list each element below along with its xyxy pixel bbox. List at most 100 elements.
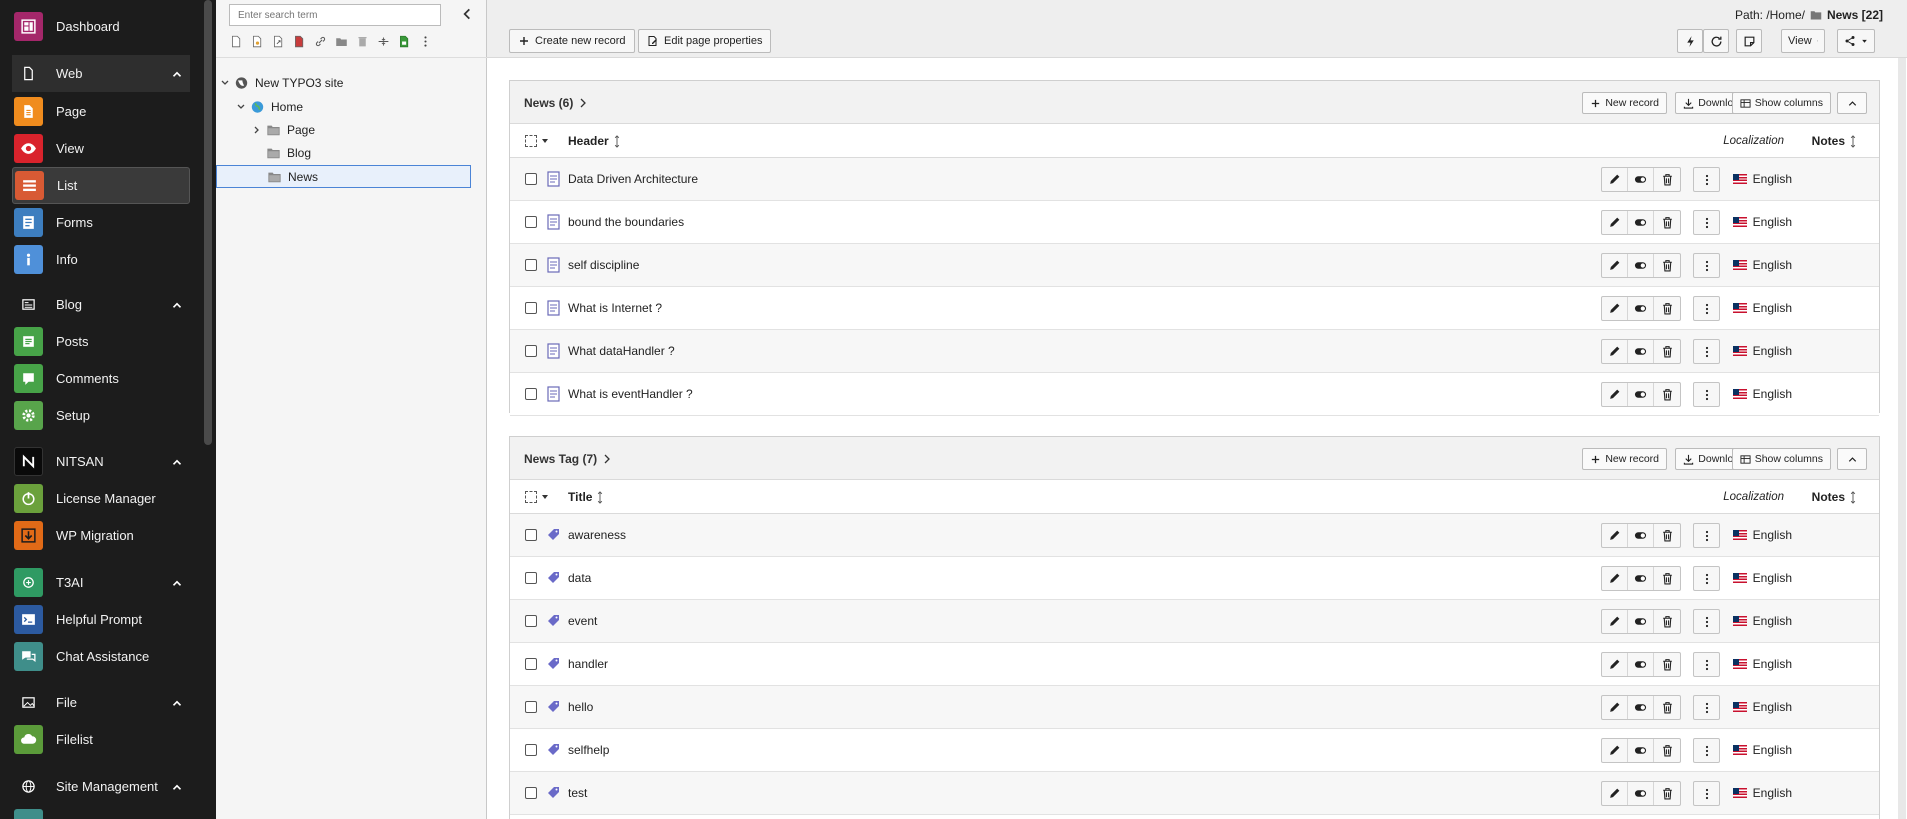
toggle-visibility-button[interactable] [1628,696,1654,719]
table-row[interactable]: self discipline English [510,244,1879,287]
module-wp-migration[interactable]: WP Migration [12,517,190,554]
tag-panel-title[interactable]: News Tag (7) [524,452,611,466]
reload-button[interactable] [1703,29,1729,53]
toggle-visibility-button[interactable] [1628,168,1654,191]
new-green-page-icon[interactable] [396,33,413,50]
toggle-visibility-button[interactable] [1628,340,1654,363]
bookmark-button[interactable] [1736,29,1762,53]
header-column-sort[interactable]: Header [568,134,621,148]
module-group-file[interactable]: File [12,684,190,721]
notes-column-sort[interactable]: Notes [1812,490,1857,504]
tree-search-input[interactable] [229,4,441,26]
table-row[interactable]: Data Driven Architecture English [510,158,1879,201]
content-scrollbar[interactable] [1898,58,1906,819]
row-checkbox[interactable] [525,259,537,271]
delete-record-button[interactable] [1654,383,1680,406]
tag-show-columns-button[interactable]: Show columns [1731,448,1831,470]
module-license-manager[interactable]: License Manager [12,480,190,517]
table-row[interactable]: handler English [510,643,1879,686]
delete-record-button[interactable] [1654,254,1680,277]
edit-record-button[interactable] [1602,567,1628,590]
module-page[interactable]: Page [12,93,190,130]
tag-new-record-button[interactable]: New record [1582,448,1667,470]
edit-record-button[interactable] [1602,340,1628,363]
edit-record-button[interactable] [1602,739,1628,762]
record-title-link[interactable]: self discipline [568,258,639,272]
record-title-link[interactable]: What is Internet ? [568,301,662,315]
delete-record-button[interactable] [1654,524,1680,547]
delete-record-button[interactable] [1654,211,1680,234]
module-view[interactable]: View [12,130,190,167]
tree-node-root[interactable]: New TYPO3 site [220,72,343,94]
row-checkbox[interactable] [525,744,537,756]
select-all-checkbox[interactable] [525,491,537,503]
chevron-right-icon[interactable] [252,125,262,135]
more-actions-button[interactable] [1693,609,1720,634]
selection-dropdown-caret[interactable] [542,139,548,143]
more-actions-button[interactable] [1693,296,1720,321]
delete-record-button[interactable] [1654,297,1680,320]
table-row[interactable]: test English [510,772,1879,815]
more-actions-button[interactable] [1693,695,1720,720]
news-show-columns-button[interactable]: Show columns [1731,92,1831,114]
record-title-link[interactable]: bound the boundaries [568,215,684,229]
more-actions-button[interactable] [1693,167,1720,192]
edit-record-button[interactable] [1602,211,1628,234]
more-actions-button[interactable] [1693,253,1720,278]
table-row[interactable]: hello English [510,686,1879,729]
create-new-record-button[interactable]: Create new record [509,29,635,53]
table-row[interactable]: What is Internet ? English [510,287,1879,330]
selection-dropdown-caret[interactable] [542,495,548,499]
table-row[interactable]: selfhelp English [510,729,1879,772]
record-title-link[interactable]: test [568,786,587,800]
row-checkbox[interactable] [525,658,537,670]
toggle-visibility-button[interactable] [1628,653,1654,676]
delete-record-button[interactable] [1654,653,1680,676]
module-chat-assistance[interactable]: Chat Assistance [12,638,190,675]
edit-record-button[interactable] [1602,782,1628,805]
edit-record-button[interactable] [1602,696,1628,719]
toggle-visibility-button[interactable] [1628,739,1654,762]
tag-collapse-button[interactable] [1837,448,1867,470]
record-title-link[interactable]: hello [568,700,593,714]
more-actions-button[interactable] [1693,738,1720,763]
module-group-blog[interactable]: Blog [12,286,190,323]
news-new-record-button[interactable]: New record [1582,92,1667,114]
table-row[interactable]: data English [510,557,1879,600]
edit-record-button[interactable] [1602,524,1628,547]
toggle-visibility-button[interactable] [1628,211,1654,234]
record-title-link[interactable]: event [568,614,597,628]
chevron-down-icon[interactable] [236,102,246,112]
delete-record-button[interactable] [1654,696,1680,719]
record-title-link[interactable]: What dataHandler ? [568,344,675,358]
module-group-t3ai[interactable]: T3AI [12,564,190,601]
record-title-link[interactable]: selfhelp [568,743,609,757]
collapse-tree-icon[interactable] [460,7,474,21]
delete-record-button[interactable] [1654,168,1680,191]
module-setup[interactable]: Setup [12,397,190,434]
table-row[interactable]: awareness English [510,514,1879,557]
delete-record-button[interactable] [1654,340,1680,363]
more-actions-button[interactable] [1693,339,1720,364]
toggle-visibility-button[interactable] [1628,383,1654,406]
module-posts[interactable]: Posts [12,323,190,360]
table-row[interactable]: What is eventHandler ? English [510,373,1879,416]
delete-record-button[interactable] [1654,739,1680,762]
record-title-link[interactable]: What is eventHandler ? [568,387,693,401]
row-checkbox[interactable] [525,345,537,357]
module-group-site-management[interactable]: Site Management [12,768,190,805]
delete-record-button[interactable] [1654,610,1680,633]
news-collapse-button[interactable] [1837,92,1867,114]
row-checkbox[interactable] [525,529,537,541]
module-filelist[interactable]: Filelist [12,721,190,758]
module-forms[interactable]: Forms [12,204,190,241]
new-mountpoint-icon[interactable] [291,33,308,50]
select-all-checkbox[interactable] [525,135,537,147]
row-checkbox[interactable] [525,615,537,627]
edit-record-button[interactable] [1602,610,1628,633]
clear-cache-button[interactable] [1677,29,1703,53]
more-actions-button[interactable] [1693,382,1720,407]
module-list[interactable]: List [12,167,190,204]
new-shortcut-icon[interactable] [249,33,266,50]
module-dashboard[interactable]: Dashboard [12,8,190,45]
